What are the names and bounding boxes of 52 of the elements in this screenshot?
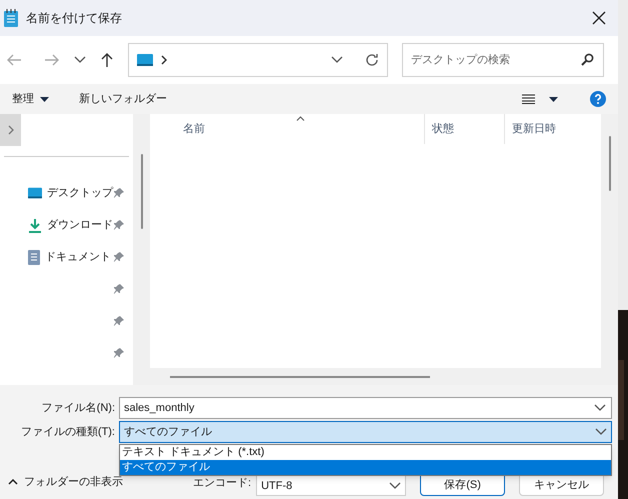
- pin-icon[interactable]: [113, 315, 125, 327]
- pin-icon[interactable]: [113, 187, 125, 199]
- pin-icon[interactable]: [113, 219, 125, 231]
- column-header[interactable]: 更新日時: [512, 120, 556, 138]
- refresh-icon[interactable]: [365, 53, 379, 67]
- scrollbar-thumb[interactable]: [170, 376, 430, 378]
- pin-icon[interactable]: [113, 283, 125, 295]
- chevron-down-icon: [595, 428, 607, 436]
- sort-caret-icon: [296, 116, 305, 121]
- caret-icon[interactable]: [549, 96, 558, 102]
- recent-chevron-icon: [74, 56, 86, 64]
- scrollbar-thumb[interactable]: [140, 154, 142, 229]
- back-arrow-icon[interactable]: [6, 53, 22, 67]
- new-folder-button[interactable]: 新しいフォルダー: [79, 90, 167, 108]
- notepad-icon: [4, 9, 18, 27]
- encoding-label: エンコード:: [193, 476, 252, 490]
- document-icon: [28, 250, 40, 264]
- sidebar-item[interactable]: ドキュメント: [45, 248, 111, 266]
- file-type-select[interactable]: すべてのファイル: [119, 421, 612, 443]
- window-title: 名前を付けて保存: [26, 10, 122, 27]
- address-chevron-icon: [331, 56, 343, 64]
- sidebar-item[interactable]: ダウンロード: [47, 216, 113, 234]
- scrollbar-thumb[interactable]: [608, 136, 610, 191]
- dropdown-option[interactable]: テキスト ドキュメント (*.txt): [120, 445, 611, 460]
- help-icon[interactable]: [590, 91, 606, 107]
- file-name-field[interactable]: sales_monthly: [119, 397, 612, 419]
- caret-icon: [40, 96, 49, 102]
- pin-icon[interactable]: [113, 347, 125, 359]
- chevron-right-icon: [161, 55, 167, 65]
- column-header[interactable]: 名前: [183, 120, 205, 138]
- chevron-up-icon: [8, 478, 18, 485]
- dropdown-option[interactable]: すべてのファイル: [120, 460, 611, 475]
- field-label: ファイル名(N):: [40, 400, 116, 416]
- download-icon: [28, 218, 42, 232]
- up-arrow-icon[interactable]: [100, 52, 114, 68]
- monitor-icon: [137, 54, 153, 66]
- chevron-right-icon: [8, 125, 14, 135]
- forward-arrow-icon[interactable]: [44, 53, 60, 67]
- monitor-icon: [28, 187, 42, 199]
- search-field[interactable]: デスクトップの検索: [402, 43, 604, 77]
- address-bar[interactable]: [128, 43, 388, 77]
- column-header[interactable]: 状態: [432, 120, 454, 138]
- sidebar-item[interactable]: デスクトップ: [47, 184, 113, 202]
- hide-folders-button[interactable]: フォルダーの非表示: [0, 474, 123, 490]
- chevron-down-icon: [594, 404, 606, 412]
- pin-icon[interactable]: [113, 251, 125, 263]
- field-label: ファイルの種類(T):: [20, 424, 116, 440]
- search-icon: [581, 53, 594, 66]
- chevron-down-icon: [389, 482, 402, 490]
- view-menu-icon[interactable]: [522, 94, 535, 104]
- organize-menu-button[interactable]: 整理: [12, 90, 49, 108]
- close-icon: [592, 11, 606, 25]
